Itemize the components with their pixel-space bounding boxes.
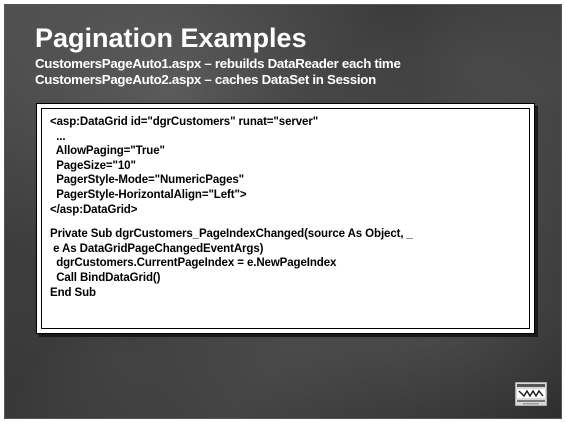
- code-line: dgrCustomers.CurrentPageIndex = e.NewPag…: [50, 257, 337, 270]
- code-content: <asp:DataGrid id="dgrCustomers" runat="s…: [41, 108, 530, 329]
- code-line: Private Sub dgrCustomers_PageIndexChange…: [50, 228, 413, 241]
- presentation-logo-icon: [514, 381, 548, 407]
- code-line: </asp:DataGrid>: [50, 203, 138, 216]
- presentation-logo-icon: [514, 381, 548, 407]
- code-line: Call BindDataGrid(): [50, 271, 161, 284]
- code-line: End Sub: [50, 286, 96, 299]
- slide-background: Pagination Examples CustomersPageAuto1.a…: [4, 4, 562, 419]
- code-line: <asp:DataGrid id="dgrCustomers" runat="s…: [50, 116, 319, 128]
- code-spacer: [50, 217, 529, 227]
- code-line: ...: [50, 130, 66, 143]
- subtitle-line-1: CustomersPageAuto1.aspx – rebuilds DataR…: [35, 56, 401, 71]
- code-line: e As DataGridPageChangedEventArgs): [50, 242, 264, 255]
- slide-title: Pagination Examples: [35, 23, 307, 53]
- subtitle-line-2: CustomersPageAuto2.aspx – caches DataSet…: [35, 72, 376, 87]
- slide: Pagination Examples CustomersPageAuto1.a…: [0, 0, 566, 423]
- code-line: PagerStyle-Mode="NumericPages": [50, 174, 245, 187]
- code-line: AllowPaging="True": [50, 145, 165, 158]
- code-line: PagerStyle-HorizontalAlign="Left">: [50, 188, 247, 201]
- code-line: PageSize="10": [50, 159, 136, 172]
- code-box: <asp:DataGrid id="dgrCustomers" runat="s…: [36, 103, 535, 334]
